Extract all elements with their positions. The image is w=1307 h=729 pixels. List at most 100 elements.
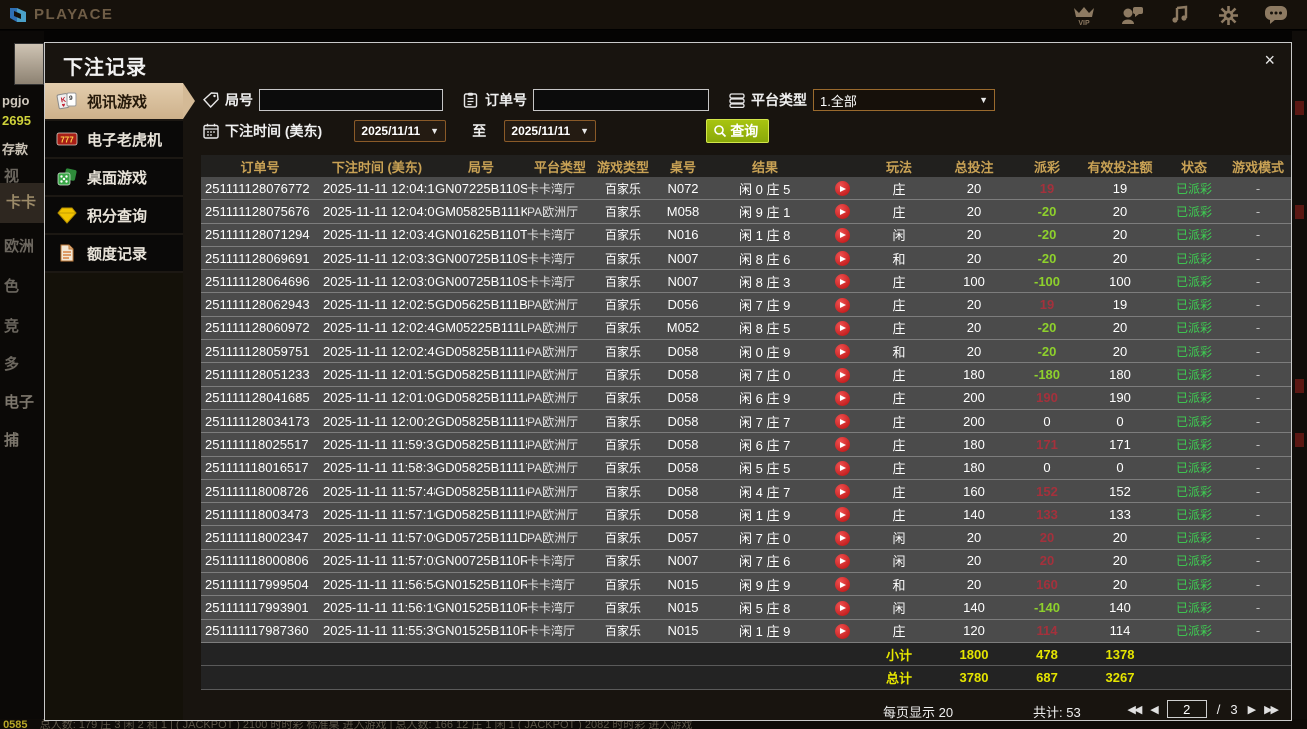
replay-play-icon[interactable] — [834, 460, 850, 476]
replay-play-icon[interactable] — [834, 437, 850, 453]
table-row: 251111118025517 2025-11-11 11:59:31 GD0582… — [201, 433, 1291, 457]
replay-play-icon[interactable] — [834, 600, 850, 616]
cell-time: 2025-11-11 11:56:19 — [323, 599, 435, 615]
cell-validbet: 20 — [1112, 227, 1128, 243]
first-page-icon[interactable]: ◀◀ — [1127, 703, 1142, 716]
settings-icon[interactable] — [1215, 3, 1241, 27]
cell-platform: PA欧洲厅 — [527, 531, 579, 546]
lobby-item-3[interactable]: 多 — [4, 353, 19, 374]
lobby-item-0[interactable]: 欧洲 — [4, 235, 34, 256]
lobby-item-2[interactable]: 竞 — [4, 315, 19, 336]
avatar[interactable] — [14, 43, 44, 85]
prev-page-icon[interactable]: ◀ — [1150, 703, 1159, 716]
replay-play-icon[interactable] — [834, 181, 850, 197]
cell-result: 闲 7 庄 0 — [739, 531, 791, 547]
cell-validbet: 20 — [1112, 576, 1128, 592]
last-page-icon[interactable]: ▶▶ — [1264, 703, 1279, 716]
sidebar-item-label: 额度记录 — [87, 245, 148, 263]
cell-platform: PA欧洲厅 — [527, 368, 579, 383]
cell-payout: 152 — [1036, 483, 1058, 499]
replay-play-icon[interactable] — [834, 367, 850, 383]
next-page-icon[interactable]: ▶ — [1248, 703, 1257, 716]
replay-play-icon[interactable] — [834, 204, 850, 220]
username: pgjo — [2, 93, 30, 108]
page-number-input[interactable] — [1166, 700, 1207, 718]
date-from-select[interactable]: 2025/11/11 ▼ — [354, 120, 447, 142]
cell-status: 已派彩 — [1175, 251, 1212, 266]
cell-platform: PA欧洲厅 — [527, 484, 579, 499]
chat-icon[interactable] — [1263, 3, 1289, 27]
cell-playtype: 庄 — [892, 624, 906, 640]
cell-validbet: 190 — [1109, 390, 1131, 406]
replay-play-icon[interactable] — [834, 227, 850, 243]
replay-play-icon[interactable] — [834, 297, 850, 313]
cell-payout: -140 — [1033, 599, 1061, 615]
cell-play — [817, 366, 867, 383]
date-to-select[interactable]: 2025/11/11 ▼ — [504, 120, 597, 142]
replay-play-icon[interactable] — [834, 320, 850, 336]
cell-mode: - — [1255, 599, 1261, 615]
cell-play — [817, 273, 867, 290]
replay-play-icon[interactable] — [834, 274, 850, 290]
modal-title: 下注记录 — [63, 57, 147, 79]
replay-play-icon[interactable] — [834, 553, 850, 569]
cell-result: 闲 8 庄 6 — [739, 251, 791, 267]
replay-play-icon[interactable] — [834, 577, 850, 593]
cell-platform: PA欧洲厅 — [527, 507, 579, 522]
replay-play-icon[interactable] — [834, 507, 850, 523]
vip-icon[interactable]: VIP — [1071, 3, 1097, 27]
cell-validbet: 20 — [1112, 553, 1128, 569]
cell-platform: 卡卡湾厅 — [527, 554, 576, 569]
grand-total-label: 总计 — [885, 670, 912, 686]
cell-time: 2025-11-11 12:01:01 — [323, 390, 435, 406]
cell-payout: -20 — [1037, 203, 1057, 219]
sidebar-item-points[interactable]: 积分查询 — [45, 197, 183, 235]
subtotal-label: 小计 — [885, 647, 912, 663]
replay-play-icon[interactable] — [834, 390, 850, 406]
cell-game: 百家乐 — [604, 298, 641, 313]
bet-time-label: 下注时间 (美东) — [225, 123, 323, 139]
cell-playtype: 庄 — [892, 368, 906, 384]
replay-play-icon[interactable] — [834, 484, 850, 500]
cell-play — [817, 530, 867, 546]
replay-play-icon[interactable] — [834, 251, 850, 267]
sidebar-item-table-games[interactable]: 桌面游戏 — [45, 159, 183, 197]
cell-play — [817, 553, 867, 569]
round-input[interactable] — [259, 89, 443, 111]
lobby-item-4[interactable]: 电子 — [4, 391, 34, 412]
cell-payout: 171 — [1036, 436, 1058, 452]
lobby-item-5[interactable]: 捕 — [4, 429, 19, 450]
replay-play-icon[interactable] — [834, 414, 850, 430]
cell-tableno: D058 — [667, 460, 699, 476]
lobby-item-1[interactable]: 色 — [4, 275, 19, 296]
cell-result: 闲 7 庄 9 — [739, 298, 791, 314]
cell-tableno: D058 — [667, 506, 699, 522]
column-header-mode: 游戏模式 — [1231, 159, 1284, 175]
brand-logo[interactable]: PLAYACE — [8, 5, 113, 25]
table-row: 251111118003473 2025-11-11 11:57:16 GD0582… — [201, 503, 1291, 527]
deposit-button[interactable]: 存款 — [2, 139, 28, 158]
support-icon[interactable] — [1119, 3, 1145, 27]
replay-play-icon[interactable] — [834, 623, 850, 639]
cell-order: 251111117999504 — [205, 576, 309, 592]
cell-time: 2025-11-11 11:57:48 — [323, 483, 435, 499]
grand-total-totalbet: 3780 — [959, 669, 989, 685]
cell-game: 百家乐 — [604, 414, 641, 429]
sidebar-item-slots[interactable]: 777 电子老虎机 — [45, 121, 183, 159]
table-row: 251111128041685 2025-11-11 12:01:01 GD0582… — [201, 386, 1291, 410]
cell-game: 百家乐 — [604, 368, 641, 383]
platform-select[interactable]: 1.全部 ▼ — [813, 89, 995, 111]
music-icon[interactable] — [1167, 3, 1193, 27]
cell-platform: 卡卡湾厅 — [527, 181, 576, 196]
replay-play-icon[interactable] — [834, 344, 850, 360]
cell-mode: - — [1255, 553, 1261, 569]
sidebar-item-credit-records[interactable]: 额度记录 — [45, 235, 183, 273]
search-button[interactable]: 查询 — [706, 119, 770, 143]
close-icon[interactable]: × — [1264, 51, 1275, 69]
cell-totalbet: 180 — [963, 436, 985, 452]
cell-time: 2025-11-11 11:57:09 — [323, 530, 435, 546]
lobby-hall-tab[interactable]: 卡卡 — [0, 183, 44, 223]
order-input[interactable] — [533, 89, 709, 111]
sidebar-item-live-games[interactable]: K ♥ 9 视讯游戏 — [45, 83, 195, 121]
replay-play-icon[interactable] — [834, 530, 850, 546]
